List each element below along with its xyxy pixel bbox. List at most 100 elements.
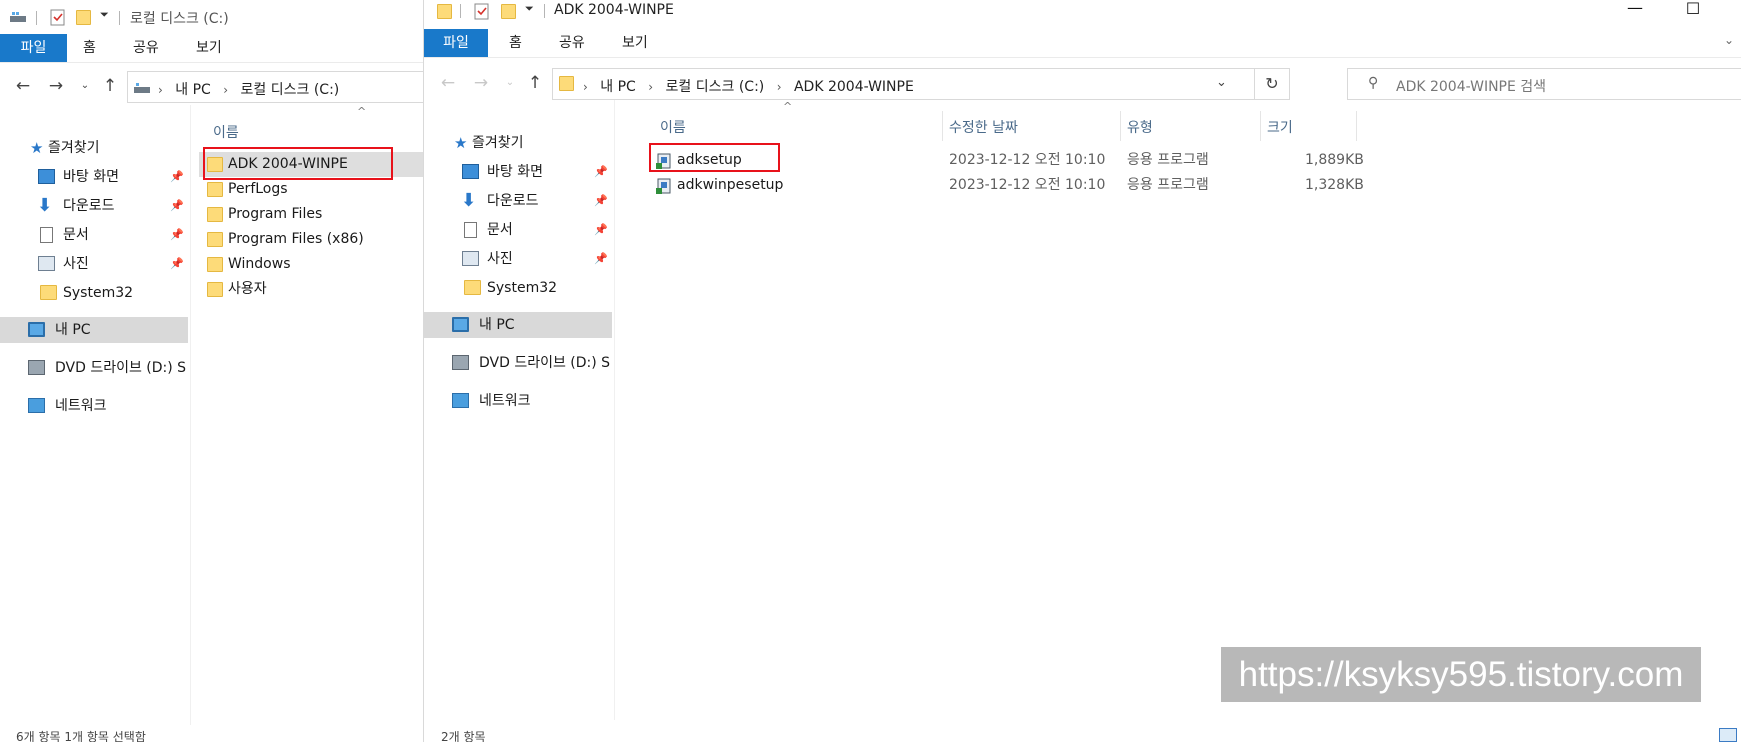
download-icon: ⬇ (37, 195, 53, 216)
new-folder-icon[interactable] (501, 4, 516, 19)
tab-share[interactable]: 공유 (559, 29, 585, 57)
properties-icon[interactable] (474, 3, 489, 20)
address-bar[interactable]: › 내 PC › 로컬 디스크 (C:) (127, 71, 423, 103)
column-size[interactable]: 크기 (1267, 117, 1293, 137)
column-type[interactable]: 유형 (1127, 117, 1153, 137)
navigation-pane: ★ 즐겨찾기 바탕 화면 📌 ⬇ 다운로드 📌 문서 📌 사진 📌 System… (0, 105, 188, 742)
tab-share[interactable]: 공유 (133, 34, 159, 62)
breadcrumb-this-pc[interactable]: 내 PC (175, 82, 211, 98)
maximize-button[interactable]: ☐ (1670, 0, 1716, 23)
list-item[interactable]: 사용자 (199, 277, 423, 302)
tab-file[interactable]: 파일 (424, 29, 488, 57)
navigation-pane: ★ 즐겨찾기 바탕 화면 📌 ⬇ 다운로드 📌 문서 📌 사진 📌 System… (424, 100, 612, 742)
star-icon: ★ (454, 134, 468, 152)
search-field[interactable]: ⚲ ADK 2004-WINPE 검색 (1347, 68, 1741, 100)
nav-this-pc[interactable]: 내 PC (0, 317, 188, 343)
breadcrumb-current-folder[interactable]: ADK 2004-WINPE (794, 79, 914, 95)
column-name[interactable]: 이름 (213, 122, 239, 142)
picture-icon (462, 251, 479, 266)
nav-quick-access[interactable]: ★ 즐겨찾기 (0, 135, 188, 161)
file-list: 이름 ^ ADK 2004-WINPE PerfLogs Program Fil… (191, 105, 423, 742)
nav-item-desktop[interactable]: 바탕 화면 📌 (424, 159, 612, 185)
up-icon[interactable]: ↑ (525, 73, 545, 93)
recent-locations-icon[interactable]: ⌄ (500, 73, 520, 93)
close-button[interactable]: ✕ (1724, 0, 1741, 23)
new-folder-icon[interactable] (76, 10, 91, 25)
nav-network[interactable]: 네트워크 (424, 388, 612, 414)
address-bar[interactable]: › 내 PC › 로컬 디스크 (C:) › ADK 2004-WINPE ⌄ (552, 68, 1255, 100)
tab-view[interactable]: 보기 (196, 34, 222, 62)
list-item[interactable]: PerfLogs (199, 177, 423, 202)
dvd-drive-icon (28, 360, 45, 375)
nav-item-system32[interactable]: System32 (0, 280, 188, 306)
nav-item-desktop[interactable]: 바탕 화면 📌 (0, 164, 188, 190)
list-item[interactable]: Windows (199, 252, 423, 277)
highlight-box (203, 147, 393, 180)
list-item[interactable]: Program Files (199, 202, 423, 227)
tab-home[interactable]: 홈 (83, 34, 96, 62)
tab-file[interactable]: 파일 (0, 34, 67, 62)
file-date: 2023-12-12 오전 10:10 (949, 177, 1106, 193)
nav-quick-access[interactable]: ★ 즐겨찾기 (424, 130, 612, 156)
recent-locations-icon[interactable]: ⌄ (75, 76, 95, 96)
file-type: 응용 프로그램 (1127, 152, 1209, 168)
nav-item-pictures[interactable]: 사진 📌 (0, 251, 188, 277)
pin-icon[interactable]: 📌 (594, 159, 608, 185)
refresh-button[interactable]: ↻ (1254, 68, 1290, 100)
folder-icon (207, 182, 223, 197)
file-date: 2023-12-12 오전 10:10 (949, 152, 1106, 168)
forward-icon[interactable]: → (471, 73, 491, 93)
pin-icon[interactable]: 📌 (170, 222, 184, 248)
address-dropdown-icon[interactable]: ⌄ (1216, 75, 1227, 90)
nav-item-documents[interactable]: 문서 📌 (0, 222, 188, 248)
tab-view[interactable]: 보기 (622, 29, 648, 57)
pin-icon[interactable]: 📌 (594, 246, 608, 272)
pin-icon[interactable]: 📌 (594, 217, 608, 243)
explorer-window-right: ⏷ ADK 2004-WINPE — ☐ ✕ 파일 홈 공유 보기 ⌄ ← → … (423, 0, 1741, 742)
sort-ascending-icon: ^ (357, 105, 367, 118)
nav-item-system32[interactable]: System32 (424, 275, 612, 301)
tab-home[interactable]: 홈 (509, 29, 522, 57)
nav-dvd-drive[interactable]: DVD 드라이브 (D:) S (0, 355, 188, 381)
folder-icon (559, 76, 574, 91)
nav-this-pc[interactable]: 내 PC (424, 312, 612, 338)
breadcrumb-local-disk[interactable]: 로컬 디스크 (C:) (666, 79, 765, 95)
address-row: ← → ⌄ ↑ › 내 PC › 로컬 디스크 (C:) (0, 69, 423, 105)
breadcrumb-this-pc[interactable]: 내 PC (600, 79, 636, 95)
breadcrumb-local-disk[interactable]: 로컬 디스크 (C:) (241, 82, 340, 98)
dvd-drive-icon (452, 355, 469, 370)
up-icon[interactable]: ↑ (100, 76, 120, 96)
status-bar: 2개 항목 (441, 730, 486, 742)
minimize-button[interactable]: — (1612, 0, 1658, 22)
desktop-icon (38, 169, 55, 184)
pin-icon[interactable]: 📌 (170, 164, 184, 190)
installer-icon (655, 177, 673, 195)
watermark: https://ksyksy595.tistory.com (1221, 647, 1701, 702)
qat-dropdown-icon[interactable]: ⏷ (525, 2, 534, 16)
column-name[interactable]: 이름 (660, 117, 686, 137)
pin-icon[interactable]: 📌 (170, 251, 184, 277)
details-view-icon[interactable] (1719, 728, 1737, 742)
nav-item-downloads[interactable]: ⬇ 다운로드 📌 (0, 193, 188, 219)
search-icon: ⚲ (1368, 75, 1379, 91)
nav-item-downloads[interactable]: ⬇ 다운로드 📌 (424, 188, 612, 214)
expand-ribbon-icon[interactable]: ⌄ (1724, 33, 1734, 47)
qat-dropdown-icon[interactable]: ⏷ (100, 8, 109, 22)
back-icon[interactable]: ← (438, 73, 458, 93)
back-icon[interactable]: ← (13, 76, 33, 96)
desktop-icon (462, 164, 479, 179)
pin-icon[interactable]: 📌 (594, 188, 608, 214)
nav-network[interactable]: 네트워크 (0, 393, 188, 419)
nav-item-documents[interactable]: 문서 📌 (424, 217, 612, 243)
table-row[interactable]: adkwinpesetup 2023-12-12 오전 10:10 응용 프로그… (655, 173, 1364, 198)
folder-icon (464, 280, 481, 295)
nav-dvd-drive[interactable]: DVD 드라이브 (D:) S (424, 350, 612, 376)
list-item[interactable]: Program Files (x86) (199, 227, 423, 252)
drive-icon (10, 11, 26, 23)
ribbon: 파일 홈 공유 보기 ⌄ (424, 29, 1741, 58)
forward-icon[interactable]: → (46, 76, 66, 96)
pin-icon[interactable]: 📌 (170, 193, 184, 219)
nav-item-pictures[interactable]: 사진 📌 (424, 246, 612, 272)
properties-icon[interactable] (50, 9, 65, 26)
column-date[interactable]: 수정한 날짜 (949, 117, 1018, 137)
